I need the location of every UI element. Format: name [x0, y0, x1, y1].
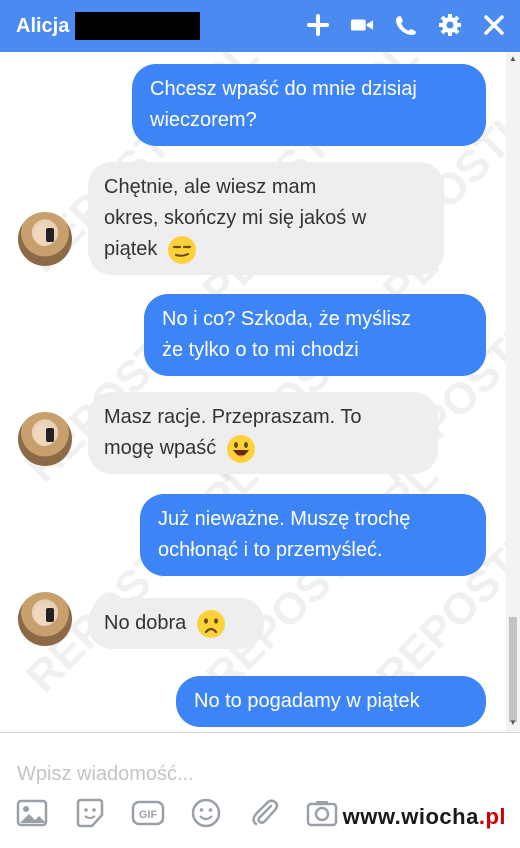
avatar[interactable]: [18, 592, 72, 646]
logo-tld: .pl: [478, 804, 506, 829]
photo-icon[interactable]: [14, 795, 50, 831]
plus-icon[interactable]: [306, 10, 330, 40]
message-text-line: mogę wpaść: [104, 437, 217, 459]
message-outgoing[interactable]: Chcesz wpaść do mnie dzisiaj wieczorem?: [132, 64, 486, 146]
message-incoming[interactable]: No dobra: [88, 598, 264, 649]
watermark: REPOSTUJ.PL: [367, 451, 506, 703]
chat-header: Alicja: [0, 0, 520, 52]
message-text-line: Chcesz wpaść do mnie dzisiaj: [150, 78, 417, 100]
message-text-line: No dobra: [104, 612, 187, 634]
frown-emoji-icon: [196, 609, 225, 638]
message-text-line: wieczorem?: [150, 109, 257, 131]
scrollbar[interactable]: ▲ ▼: [506, 52, 520, 732]
message-outgoing[interactable]: Już nieważne. Muszę trochę ochłonąć i to…: [140, 494, 486, 576]
sticker-icon[interactable]: [72, 795, 108, 831]
message-input[interactable]: Wpisz wiadomość...: [17, 763, 194, 786]
message-text-line: No to pogadamy w piątek: [194, 690, 420, 712]
message-text-line: ochłonąć i to przemyśleć.: [158, 539, 383, 561]
message-thread[interactable]: REPOSTUJ.PL REPOSTUJ.PL REPOSTUJ.PL REPO…: [0, 52, 506, 732]
message-text-line: okres, skończy mi się jakoś w: [104, 207, 367, 229]
video-icon[interactable]: [350, 10, 374, 40]
avatar[interactable]: [18, 212, 72, 266]
message-incoming[interactable]: Masz racje. Przepraszam. To mogę wpaść: [88, 392, 438, 474]
scroll-down-arrow-icon[interactable]: ▼: [509, 718, 517, 727]
message-text-line: piątek: [104, 238, 158, 260]
phone-icon[interactable]: [394, 10, 418, 40]
message-text-line: Chętnie, ale wiesz mam: [104, 176, 317, 198]
composer-toolbar: GIF: [14, 795, 340, 831]
attachment-icon[interactable]: [246, 795, 282, 831]
smirk-emoji-icon: [167, 235, 196, 264]
logo-text: www.wiocha: [342, 804, 479, 829]
message-text-line: że tylko o to mi chodzi: [162, 339, 359, 361]
header-actions: [306, 10, 506, 40]
site-logo: www.wiocha.pl: [343, 804, 506, 830]
redacted-surname: [75, 12, 201, 40]
gif-icon[interactable]: GIF: [130, 795, 166, 831]
message-text-line: Już nieważne. Muszę trochę: [158, 508, 411, 530]
scrollbar-thumb[interactable]: [509, 617, 517, 722]
contact-name[interactable]: Alicja: [16, 15, 69, 38]
close-icon[interactable]: [482, 10, 506, 40]
gear-icon[interactable]: [438, 10, 462, 40]
grin-emoji-icon: [226, 434, 255, 463]
watermark: REPOSTUJ.PL: [197, 451, 448, 703]
message-text-line: No i co? Szkoda, że myślisz: [162, 308, 411, 330]
emoji-icon[interactable]: [188, 795, 224, 831]
message-text-line: Masz racje. Przepraszam. To: [104, 406, 362, 428]
message-incoming[interactable]: Chętnie, ale wiesz mam okres, skończy mi…: [88, 162, 444, 275]
camera-icon[interactable]: [304, 795, 340, 831]
avatar[interactable]: [18, 412, 72, 466]
message-outgoing[interactable]: No to pogadamy w piątek: [176, 676, 486, 727]
svg-text:GIF: GIF: [139, 809, 158, 821]
watermark: REPOSTUJ.PL: [17, 451, 268, 703]
message-outgoing[interactable]: No i co? Szkoda, że myślisz że tylko o t…: [144, 294, 486, 376]
scroll-up-arrow-icon[interactable]: ▲: [509, 54, 517, 63]
composer: Wpisz wiadomość... GIF: [0, 732, 520, 848]
